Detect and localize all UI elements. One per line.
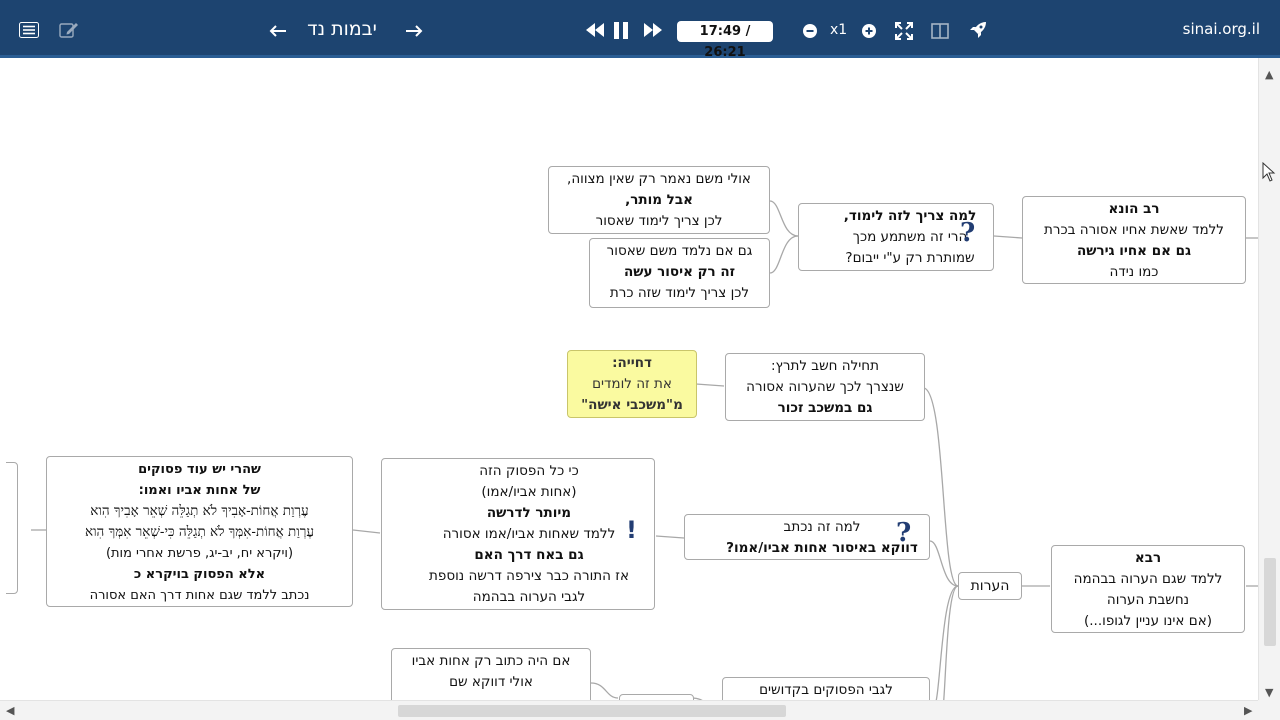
node-text: הערות [970, 578, 1010, 594]
node-text: ... [400, 693, 582, 700]
node-text: (אם אינו עניין לגופו...) [1084, 613, 1212, 629]
node-text: מיותר לדרשה [486, 505, 572, 521]
node-rava[interactable]: רבא ללמד שגם הערוה בבהמה נחשבת הערוה (אם… [1051, 545, 1245, 633]
node-text: גם אם נלמד משם שאסור [606, 243, 753, 259]
edit-icon[interactable] [58, 20, 80, 40]
vertical-scrollbar[interactable]: ▲ ▼ [1258, 58, 1280, 700]
node-text: נחשבת הערוה [1106, 592, 1190, 608]
node-text: אולי דווקא שם [449, 674, 533, 690]
node-text: גם אם אחיו גירשה [1076, 243, 1192, 259]
scroll-up-icon[interactable]: ▲ [1265, 68, 1273, 81]
node-ulai[interactable]: אולי משם נאמר רק שאין מצווה, אבל מותר, ל… [548, 166, 770, 234]
node-text: שהרי יש עוד פסוקים [138, 462, 261, 477]
node-shehare[interactable]: שהרי יש עוד פסוקים של אחות אביו ואמו: עֶ… [46, 456, 353, 607]
node-text: עֶרְוַת אֲחוֹת-אִמְּךָ לֹא תְגַלֵּה כִּי… [84, 524, 314, 540]
node-text: זה רק איסור עשה [623, 264, 736, 280]
page-title: יבמות נד [307, 18, 377, 40]
scroll-corner [1258, 700, 1280, 720]
site-name[interactable]: sinai.org.il [1183, 20, 1260, 38]
node-text: לגבי הערוה בבהמה [472, 589, 586, 605]
exclamation-icon: ! [626, 516, 637, 544]
top-toolbar: יבמות נד 17:49 / 26:21 x1 sinai.org.il [0, 0, 1280, 60]
node-text: (אחות אביו/אמו) [481, 484, 577, 500]
node-text: של אחות אביו ואמו: [138, 483, 261, 498]
node-text: לכן צריך לימוד שאסור [595, 213, 723, 229]
node-text: דווקא באיסור אחות אביו/אמו? [726, 540, 918, 556]
node-text: רב הונא [1108, 201, 1160, 217]
node-lama-ze[interactable]: למה זה נכתב דווקא באיסור אחות אביו/אמו? [684, 514, 930, 560]
node-offscreen-left[interactable] [6, 462, 18, 594]
node-text: רבא [1134, 550, 1162, 566]
node-text: שנצרך לכך שהערוה אסורה [746, 379, 904, 395]
split-view-icon[interactable] [930, 21, 950, 41]
node-text: אבל מותר, [625, 192, 693, 208]
node-text: לגבי הפסוקים בקדושים [759, 682, 893, 698]
pause-icon[interactable] [611, 21, 631, 39]
node-text: דחייה: [612, 355, 652, 371]
horizontal-scroll-thumb[interactable] [398, 705, 786, 717]
node-text: ללמד שאחות אביו/אמו אסורה [442, 526, 616, 542]
node-text: ללמד שגם הערוה בבהמה [1073, 571, 1223, 587]
node-text: לכן צריך לימוד שזה כרת [609, 285, 750, 301]
mindmap-canvas[interactable]: רב הונא ללמד שאשת אחיו אסורה בכרת גם אם … [6, 58, 1258, 700]
menu-list-icon[interactable] [18, 20, 40, 40]
arrow-left-icon[interactable] [268, 22, 288, 40]
node-ki-kol[interactable]: כי כל הפסוק הזה (אחות אביו/אמו) מיותר לד… [381, 458, 655, 610]
node-text: אז התורה כבר צירפה דרשה נוספת [429, 568, 629, 584]
horizontal-scrollbar[interactable]: ◀ ▶ [0, 700, 1258, 720]
plus-icon[interactable] [861, 23, 877, 39]
node-text: גם באח דרך האם [474, 547, 584, 563]
speed-label: x1 [830, 22, 848, 38]
node-gam-im[interactable]: גם אם נלמד משם שאסור זה רק איסור עשה לכן… [589, 238, 770, 308]
node-techila[interactable]: תחילה חשב לתרץ: שנצרך לכך שהערוה אסורה ג… [725, 353, 925, 421]
vertical-scroll-thumb[interactable] [1264, 558, 1276, 646]
node-text: ללמד שאשת אחיו אסורה בכרת [1044, 222, 1224, 238]
node-text: אלא הפסוק בויקרא כ [133, 567, 266, 582]
question-icon: ? [896, 518, 912, 548]
node-dechiya[interactable]: דחייה: את זה לומדים מ"משכבי אישה" [567, 350, 697, 418]
node-legabei[interactable]: לגבי הפסוקים בקדושים [722, 677, 930, 700]
cursor-icon [1262, 161, 1276, 186]
fullscreen-icon[interactable] [894, 21, 914, 41]
node-text: אולי משם נאמר רק שאין מצווה, [567, 171, 751, 187]
node-text: תחילה חשב לתרץ: [771, 358, 879, 374]
node-text: מ"משכבי אישה" [581, 397, 683, 413]
node-text: גם במשכב זכור [777, 400, 873, 416]
node-text: (ויקרא יח, יב-יג, פרשת אחרי מות) [105, 546, 294, 561]
fast-forward-icon[interactable] [642, 21, 664, 39]
node-text: את זה לומדים [592, 376, 672, 392]
node-text: כמו נידה [1109, 264, 1159, 280]
node-rav-huna[interactable]: רב הונא ללמד שאשת אחיו אסורה בכרת גם אם … [1022, 196, 1246, 284]
node-arayot[interactable]: הערות [958, 572, 1022, 600]
scroll-right-icon[interactable]: ▶ [1244, 704, 1252, 717]
rewind-icon[interactable] [584, 21, 606, 39]
arrow-right-icon[interactable] [404, 22, 424, 40]
node-text: עֶרְוַת אֲחוֹת-אָבִיךָ לֹא תְגַלֵּה שְׁא… [90, 503, 309, 519]
scroll-down-icon[interactable]: ▼ [1265, 686, 1273, 699]
scroll-left-icon[interactable]: ◀ [6, 704, 14, 717]
node-text: נכתב ללמד שגם אחות דרך האם אסורה [89, 588, 310, 603]
node-text: אם היה כתוב רק אחות אביו [411, 653, 571, 669]
node-text: שמותרת רק ע"י ייבום? [845, 250, 975, 266]
node-im-haya[interactable]: אם היה כתוב רק אחות אביו אולי דווקא שם .… [391, 648, 591, 700]
node-text: כי כל הפסוק הזה [479, 463, 579, 479]
rocket-icon[interactable] [968, 20, 988, 40]
question-icon: ? [960, 218, 976, 248]
minus-icon[interactable] [802, 23, 818, 39]
playback-time: 17:49 / 26:21 [677, 21, 773, 60]
node-text: למה זה נכתב [783, 519, 861, 535]
